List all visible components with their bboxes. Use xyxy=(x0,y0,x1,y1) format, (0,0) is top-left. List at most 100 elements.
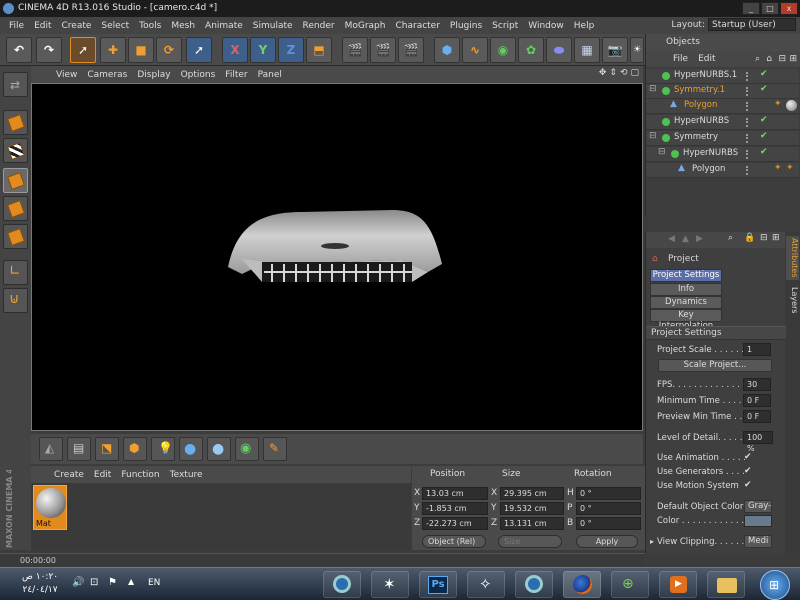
toggle-view-icon[interactable]: ▢ xyxy=(630,68,639,78)
rotation-p-field[interactable]: 0 ° xyxy=(576,502,641,515)
nurbs-tool-button[interactable]: ◉ xyxy=(235,437,259,461)
objects-menu-file[interactable]: File xyxy=(668,54,693,64)
enabled-check-icon[interactable]: ✔ xyxy=(760,115,768,125)
menu-tools[interactable]: Tools xyxy=(134,21,166,31)
add-nurbs-button[interactable]: ◉ xyxy=(490,37,516,63)
rotate-button[interactable]: ⟳ xyxy=(156,37,182,63)
media-player-app-icon[interactable]: ▶ xyxy=(659,571,697,598)
add-spline-button[interactable]: ∿ xyxy=(462,37,488,63)
expand-icon[interactable]: ⊞ xyxy=(772,233,780,243)
preview-min-time-field[interactable]: 0 F xyxy=(743,410,771,423)
tree-item-hypernurbs[interactable]: HyperNURBS ✔ xyxy=(646,115,799,130)
tab-key-interpolation[interactable]: Key Interpolation xyxy=(650,309,722,331)
add-deformer-button[interactable]: ⬬ xyxy=(546,37,572,63)
texture-tag-icon[interactable]: ✦ xyxy=(786,163,794,173)
tree-item-polygon[interactable]: ▲ Polygon ✦ ✦ xyxy=(646,163,799,178)
scale-project-button[interactable]: Scale Project... xyxy=(658,359,772,372)
render-view-button[interactable]: 🎬 xyxy=(342,37,368,63)
menu-simulate[interactable]: Simulate xyxy=(248,21,298,31)
snap-button[interactable]: ⊍ xyxy=(3,288,28,313)
make-editable-button[interactable]: ⇄ xyxy=(3,72,28,97)
new-window-icon[interactable]: ⊟ xyxy=(760,233,768,243)
menu-window[interactable]: Window xyxy=(523,21,569,31)
layout-select[interactable]: Startup (User) xyxy=(708,18,796,31)
minimize-button[interactable]: _ xyxy=(742,2,760,15)
y-axis-button[interactable]: Y xyxy=(250,37,276,63)
position-x-field[interactable]: 13.03 cm xyxy=(422,487,488,500)
maximize-button[interactable]: □ xyxy=(761,2,779,15)
menu-mesh[interactable]: Mesh xyxy=(166,21,200,31)
position-y-field[interactable]: -1.853 cm xyxy=(422,502,488,515)
menu-edit[interactable]: Edit xyxy=(29,21,56,31)
use-generators-checkbox[interactable]: ✔ xyxy=(744,466,752,476)
tree-item-symmetry[interactable]: ⊟ Symmetry ✔ xyxy=(646,131,799,146)
view-clipping-dropdown[interactable]: Medi xyxy=(744,535,772,548)
model-mode-button[interactable] xyxy=(3,110,28,135)
menu-file[interactable]: File xyxy=(4,21,29,31)
add-floor-button[interactable]: ▦ xyxy=(574,37,600,63)
use-motion-system-checkbox[interactable]: ✔ xyxy=(744,480,752,490)
visibility-dots[interactable] xyxy=(746,102,750,111)
texture-mode-button[interactable] xyxy=(3,138,28,163)
position-z-field[interactable]: -22.273 cm xyxy=(422,517,488,530)
tab-project-settings[interactable]: Project Settings xyxy=(650,269,722,282)
size-y-field[interactable]: 19.532 cm xyxy=(500,502,564,515)
undo-button[interactable]: ↶ xyxy=(6,37,32,63)
default-object-color-dropdown[interactable]: Gray- xyxy=(744,500,772,513)
edges-mode-button[interactable] xyxy=(3,196,28,221)
viewport-menu-view[interactable]: View xyxy=(51,70,82,80)
cinema4d-app-icon-2[interactable] xyxy=(515,571,553,598)
network-tray-icon[interactable]: ⊡ xyxy=(90,577,98,588)
lock-icon[interactable]: 🔒 xyxy=(744,233,755,243)
home-icon[interactable]: ⌂ xyxy=(766,54,772,64)
add-light-button[interactable]: ☀ xyxy=(630,37,644,63)
zbrush-app-icon[interactable]: ✶ xyxy=(371,571,409,598)
enabled-check-icon[interactable]: ✔ xyxy=(760,84,768,94)
viewport-menu-filter[interactable]: Filter xyxy=(220,70,252,80)
material-tag-icon[interactable]: ✦ xyxy=(774,99,782,109)
volume-icon[interactable]: 🔊 xyxy=(72,577,84,588)
firefox-app-icon[interactable] xyxy=(563,571,601,598)
cinema4d-app-icon[interactable] xyxy=(323,571,361,598)
back-icon[interactable]: ◀ xyxy=(668,234,675,244)
apply-button[interactable]: Apply xyxy=(576,535,638,548)
add-array-button[interactable]: ✿ xyxy=(518,37,544,63)
visibility-dots[interactable] xyxy=(746,118,750,127)
uv-tool-button[interactable]: ⬔ xyxy=(95,437,119,461)
material-swatch[interactable]: Mat xyxy=(33,485,67,530)
rotation-h-field[interactable]: 0 ° xyxy=(576,487,641,500)
expand-arrow-icon[interactable]: ▸ xyxy=(650,537,654,546)
explorer-app-icon[interactable] xyxy=(707,571,745,598)
tab-info[interactable]: Info xyxy=(650,283,722,296)
dolly-icon[interactable]: ⇕ xyxy=(609,68,617,78)
visibility-dots[interactable] xyxy=(746,166,750,175)
minimum-time-field[interactable]: 0 F xyxy=(743,394,771,407)
coordinate-system-button[interactable]: ⬒ xyxy=(306,37,332,63)
texture-tool-button[interactable]: ▤ xyxy=(67,437,91,461)
move-button[interactable]: ✚ xyxy=(100,37,126,63)
show-hidden-icons[interactable]: ▲ xyxy=(128,577,134,586)
x-axis-button[interactable]: X xyxy=(222,37,248,63)
tree-item-hypernurbs-child[interactable]: ⊟ HyperNURBS ✔ xyxy=(646,147,799,162)
menu-create[interactable]: Create xyxy=(57,21,97,31)
menu-character[interactable]: Character xyxy=(390,21,444,31)
side-tab-layers[interactable]: Layers xyxy=(786,284,799,316)
network-app-icon[interactable]: ⊕ xyxy=(611,571,649,598)
forward-icon[interactable]: ▶ xyxy=(696,234,703,244)
environment-tool-button[interactable]: ● xyxy=(207,437,231,461)
size-mode-dropdown[interactable]: Size xyxy=(498,535,562,548)
material-menu-function[interactable]: Function xyxy=(116,470,164,480)
material-sphere-tag-icon[interactable] xyxy=(786,100,797,111)
close-button[interactable]: x xyxy=(780,2,798,15)
search-icon[interactable]: ⌕ xyxy=(755,54,760,64)
enabled-check-icon[interactable]: ✔ xyxy=(760,131,768,141)
unity-app-icon[interactable]: ✧ xyxy=(467,571,505,598)
enabled-check-icon[interactable]: ✔ xyxy=(760,147,768,157)
tree-item-polygon-1[interactable]: ▲ Polygon ✦ xyxy=(646,99,799,114)
sky-tool-button[interactable]: ● xyxy=(179,437,203,461)
color-swatch[interactable] xyxy=(744,515,772,527)
tree-item-symmetry-1[interactable]: ⊟ Symmetry.1 ✔ xyxy=(646,84,799,99)
level-of-detail-field[interactable]: 100 % xyxy=(743,431,773,453)
cube-tool-button[interactable]: ⬢ xyxy=(123,437,147,461)
size-z-field[interactable]: 13.131 cm xyxy=(500,517,564,530)
